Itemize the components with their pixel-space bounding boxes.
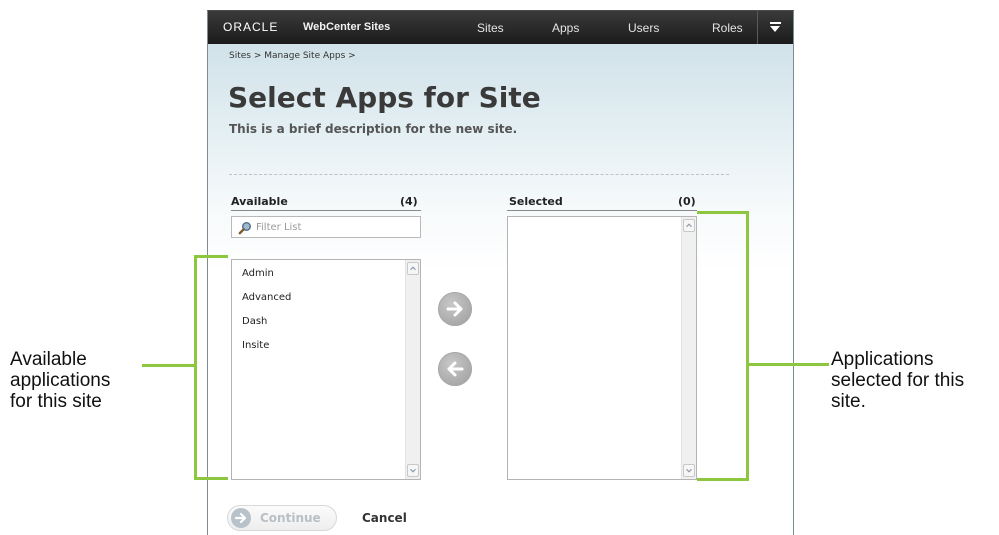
selected-bracket [697, 211, 749, 481]
scroll-up-icon[interactable] [407, 262, 419, 275]
search-icon [238, 222, 251, 235]
scroll-up-icon[interactable] [683, 219, 695, 232]
selected-apps-list[interactable] [507, 216, 697, 480]
callout-selected-line: selected for this [831, 370, 965, 391]
list-item-insite[interactable]: Insite [242, 338, 291, 362]
selected-header-rule [507, 210, 697, 211]
callout-available-line: Available [10, 349, 87, 370]
scroll-down-icon[interactable] [407, 464, 419, 477]
selected-label: Selected [509, 195, 563, 208]
filter-list-input[interactable] [231, 216, 421, 238]
continue-arrow-icon [231, 508, 251, 528]
filter-list-field[interactable] [256, 219, 416, 235]
available-header-rule [231, 210, 421, 211]
section-divider [229, 174, 729, 175]
breadcrumb[interactable]: Sites > Manage Site Apps > [229, 51, 356, 61]
cancel-link[interactable]: Cancel [362, 511, 407, 525]
remove-from-selected-button[interactable] [438, 352, 472, 386]
menu-dropdown-icon[interactable] [764, 17, 788, 37]
top-navigation-bar: ORACLE WebCenter Sites Sites Apps Users … [208, 11, 793, 44]
callout-available-line: applications [10, 370, 111, 391]
product-name: WebCenter Sites [303, 21, 391, 33]
oracle-logo: ORACLE [223, 20, 279, 34]
available-count: (4) [400, 195, 418, 208]
available-apps-list[interactable]: Admin Advanced Dash Insite [231, 259, 421, 480]
list-item-advanced[interactable]: Advanced [242, 290, 291, 314]
available-scrollbar[interactable] [405, 260, 420, 479]
callout-available: Available applications for this site [10, 349, 110, 412]
continue-button[interactable]: Continue [227, 505, 337, 531]
nav-divider [757, 11, 758, 44]
arrow-right-icon [446, 301, 463, 317]
callout-selected: Applications selected for this site. [831, 349, 964, 412]
left-leader-line [142, 364, 196, 367]
page-description: This is a brief description for the new … [229, 122, 518, 136]
selected-scrollbar[interactable] [681, 217, 696, 479]
callout-selected-line: Applications [831, 349, 934, 370]
nav-users[interactable]: Users [628, 21, 659, 35]
nav-apps[interactable]: Apps [552, 21, 579, 35]
continue-label: Continue [260, 511, 321, 525]
callout-available-line: for this site [10, 391, 102, 412]
selected-count: (0) [678, 195, 696, 208]
available-bracket [194, 255, 228, 480]
right-leader-line [749, 363, 829, 366]
list-item-dash[interactable]: Dash [242, 314, 291, 338]
list-item-admin[interactable]: Admin [242, 266, 291, 290]
add-to-selected-button[interactable] [438, 292, 472, 326]
available-label: Available [231, 195, 288, 208]
callout-selected-line: site. [831, 391, 866, 412]
page-title: Select Apps for Site [228, 81, 541, 114]
arrow-left-icon [447, 361, 464, 377]
nav-sites[interactable]: Sites [477, 21, 504, 35]
scroll-down-icon[interactable] [683, 464, 695, 477]
nav-roles[interactable]: Roles [712, 21, 743, 35]
